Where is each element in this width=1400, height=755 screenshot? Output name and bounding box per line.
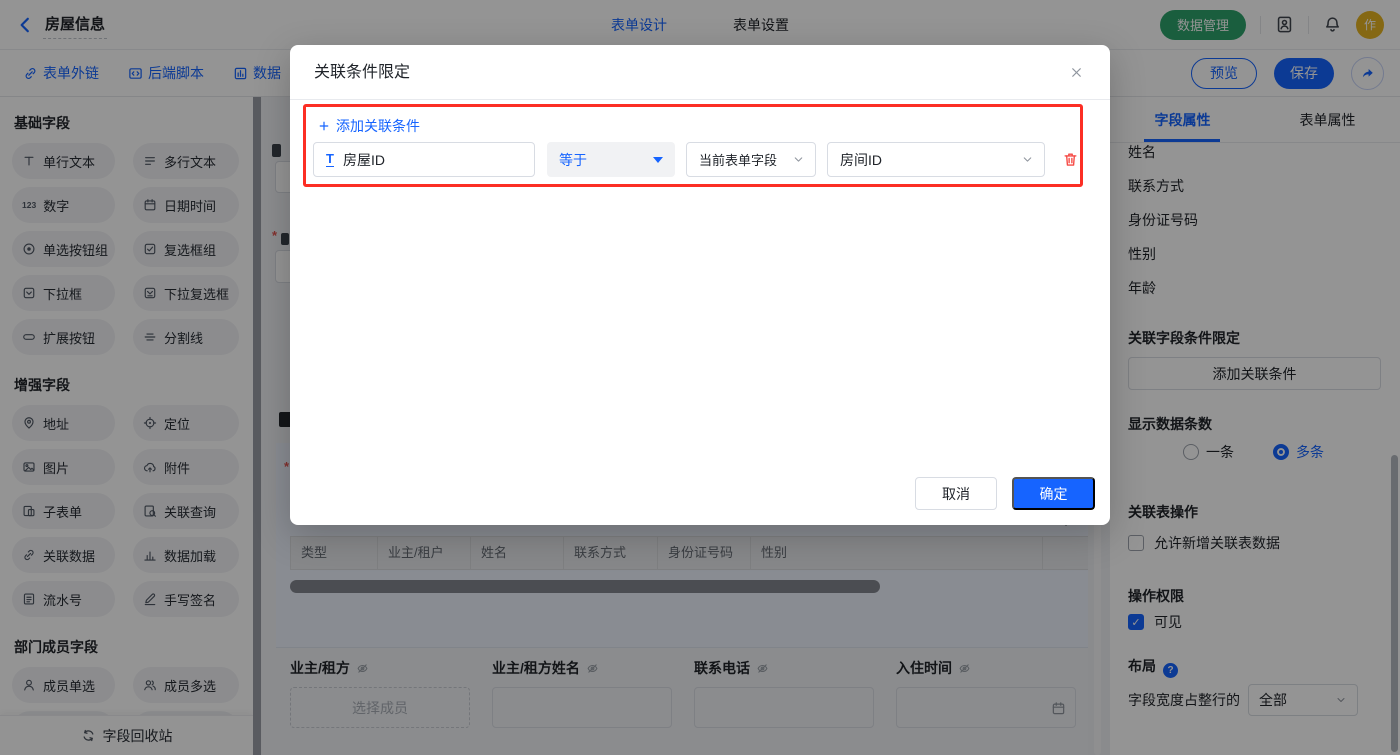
- text-field-icon: T: [326, 152, 334, 167]
- condition-row: T 房屋ID 等于 当前表单字段 房间ID: [313, 142, 1079, 177]
- chevron-down-icon: [792, 153, 805, 166]
- delete-condition-icon[interactable]: [1062, 151, 1079, 168]
- caret-down-icon: [653, 157, 663, 163]
- add-condition-link[interactable]: 添加关联条件: [318, 116, 420, 136]
- confirm-button[interactable]: 确定: [1012, 477, 1095, 510]
- operator-select[interactable]: 等于: [547, 142, 675, 177]
- app: 房屋信息 表单设计 表单设置 数据管理 作 表单外链 后端脚本: [0, 0, 1400, 755]
- relation-condition-modal: 关联条件限定 添加关联条件 T 房屋ID 等于 当前表单字段 房间ID: [290, 45, 1110, 525]
- close-icon[interactable]: [1069, 65, 1084, 80]
- modal-header: 关联条件限定: [290, 45, 1110, 100]
- plus-icon: [318, 120, 330, 132]
- value-source-select[interactable]: 当前表单字段: [686, 142, 816, 177]
- chevron-down-icon: [1021, 153, 1034, 166]
- target-field-select[interactable]: 房间ID: [827, 142, 1045, 177]
- condition-field-input[interactable]: T 房屋ID: [313, 142, 535, 177]
- cancel-button[interactable]: 取消: [915, 477, 997, 510]
- modal-title: 关联条件限定: [314, 45, 410, 100]
